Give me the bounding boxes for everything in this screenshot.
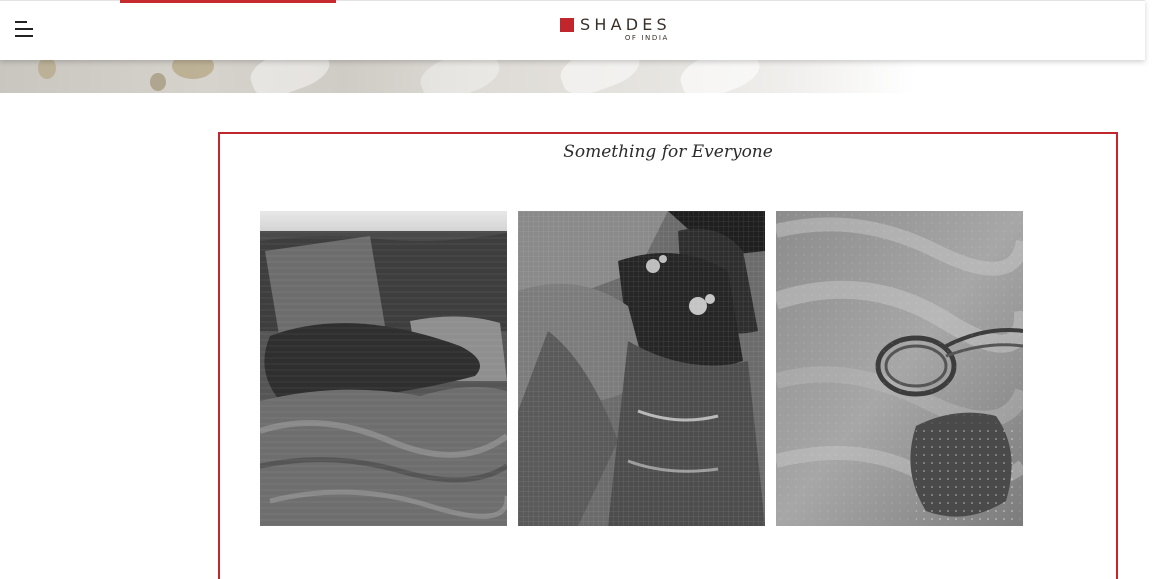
apparel-image bbox=[518, 211, 765, 526]
site-header: SHADES OF INDIA bbox=[0, 0, 1145, 60]
category-section: Something for Everyone bbox=[218, 132, 1118, 579]
logo-tagline: OF INDIA bbox=[624, 34, 669, 42]
logo-square-mark bbox=[560, 18, 574, 32]
hamburger-menu-icon[interactable] bbox=[13, 18, 35, 40]
top-accent-bar bbox=[120, 0, 336, 3]
logo-name: SHADES bbox=[580, 15, 671, 34]
category-tile-apparel[interactable] bbox=[518, 211, 765, 526]
page: SHADES OF INDIA Something for Everyone bbox=[0, 0, 1155, 579]
section-title: Something for Everyone bbox=[563, 142, 773, 162]
category-tile-sheer-fabric[interactable] bbox=[776, 211, 1023, 526]
hero-banner-image bbox=[0, 59, 1145, 93]
bedding-image bbox=[260, 211, 507, 526]
sheer-fabric-image bbox=[776, 211, 1023, 526]
category-tile-bedding[interactable] bbox=[260, 211, 507, 526]
brand-logo[interactable]: SHADES OF INDIA bbox=[560, 16, 671, 46]
